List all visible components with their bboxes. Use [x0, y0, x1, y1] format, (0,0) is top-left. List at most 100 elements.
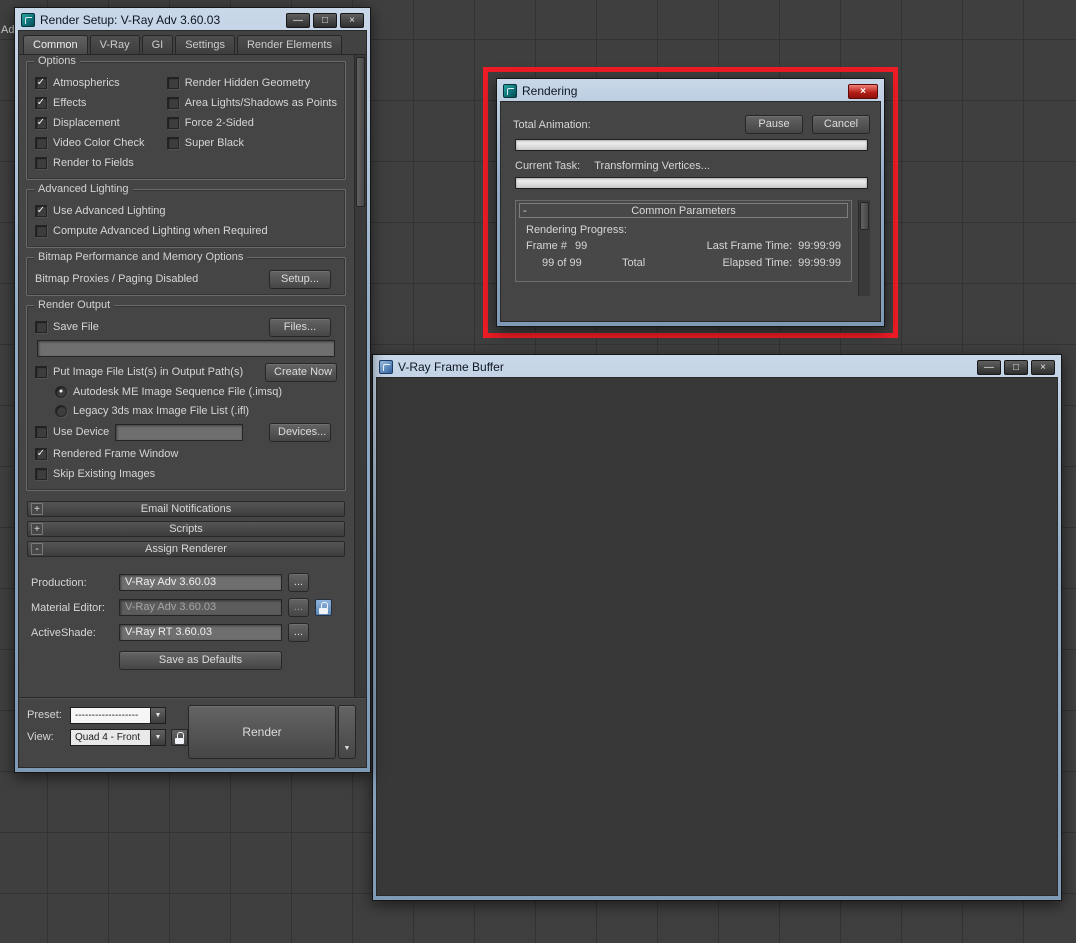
- render-button[interactable]: Render: [188, 705, 336, 759]
- elapsed-time-value: 99:99:99: [798, 256, 841, 269]
- activeshade-browse-button[interactable]: ...: [288, 623, 309, 642]
- close-button[interactable]: ×: [340, 12, 364, 28]
- frame-count: 99 of 99: [542, 256, 582, 269]
- material-editor-renderer-field: V-Ray Adv 3.60.03: [119, 599, 282, 616]
- maximize-button[interactable]: □: [313, 12, 337, 28]
- render-flyout-button[interactable]: ▼: [338, 705, 356, 759]
- bitmap-setup-button[interactable]: Setup...: [269, 269, 331, 289]
- assign-renderer-section: Production: V-Ray Adv 3.60.03 ... Materi…: [21, 561, 351, 670]
- rendering-titlebar[interactable]: Rendering ×: [500, 81, 881, 101]
- checkbox-save-file[interactable]: Save File: [35, 317, 99, 337]
- maximize-button[interactable]: □: [1004, 359, 1028, 375]
- close-button[interactable]: ×: [848, 83, 878, 99]
- render-setup-window: Render Setup: V-Ray Adv 3.60.03 — □ × Co…: [14, 7, 371, 773]
- current-task-label: Current Task:: [515, 160, 581, 172]
- total-animation-progressbar: [515, 139, 868, 151]
- view-lock-icon[interactable]: [171, 728, 188, 746]
- checkbox-super-black[interactable]: Super Black: [166, 133, 337, 153]
- output-file-path-input[interactable]: [37, 340, 335, 357]
- minimize-button[interactable]: —: [977, 359, 1001, 375]
- checkbox-atmospherics[interactable]: ✓ Atmospherics: [35, 73, 167, 93]
- advanced-lighting-group-title: Advanced Lighting: [34, 183, 133, 195]
- checkbox-box: [35, 321, 47, 333]
- render-setup-title: Render Setup: V-Ray Adv 3.60.03: [40, 13, 221, 27]
- checkbox-effects[interactable]: ✓ Effects: [35, 93, 167, 113]
- rendering-dialog-scrollbar[interactable]: [858, 200, 870, 296]
- frame-buffer-title: V-Ray Frame Buffer: [398, 360, 504, 374]
- checkbox-put-image-file-list[interactable]: Put Image File List(s) in Output Path(s): [35, 362, 243, 382]
- checkbox-use-advanced-lighting[interactable]: ✓ Use Advanced Lighting: [35, 201, 337, 221]
- rollout-scripts[interactable]: + Scripts: [27, 521, 345, 537]
- rollout-email-notifications[interactable]: + Email Notifications: [27, 501, 345, 517]
- checkbox-use-device[interactable]: Use Device: [35, 422, 109, 442]
- checkbox-video-color-check[interactable]: Video Color Check: [35, 133, 167, 153]
- bitmap-performance-group: Bitmap Performance and Memory Options Bi…: [26, 251, 346, 296]
- close-button[interactable]: ×: [1031, 359, 1055, 375]
- scrollbar-thumb[interactable]: [860, 202, 869, 230]
- create-now-button[interactable]: Create Now: [265, 362, 337, 382]
- tab-vray[interactable]: V-Ray: [89, 35, 140, 54]
- activeshade-renderer-field: V-Ray RT 3.60.03: [119, 624, 282, 641]
- checkbox-render-hidden-geometry[interactable]: Render Hidden Geometry: [166, 73, 337, 93]
- render-setup-titlebar[interactable]: Render Setup: V-Ray Adv 3.60.03 — □ ×: [18, 10, 367, 30]
- render-setup-footer: Preset: ------------------- ▼ View: Quad…: [19, 697, 366, 767]
- total-label: Total: [622, 256, 646, 269]
- collapse-icon[interactable]: -: [523, 205, 527, 217]
- collapse-icon[interactable]: -: [31, 543, 43, 555]
- activeshade-label: ActiveShade:: [31, 626, 96, 639]
- pause-button[interactable]: Pause: [745, 115, 803, 134]
- checkbox-area-lights-as-points[interactable]: Area Lights/Shadows as Points: [166, 93, 337, 113]
- frame-buffer-titlebar[interactable]: V-Ray Frame Buffer — □ ×: [376, 357, 1058, 377]
- frame-value: 99: [574, 239, 588, 252]
- render-output-group-title: Render Output: [34, 299, 115, 311]
- checkbox-box: [166, 117, 179, 129]
- checkbox-render-to-fields[interactable]: Render to Fields: [35, 153, 167, 173]
- tab-gi[interactable]: GI: [141, 35, 174, 54]
- checkbox-force-2-sided[interactable]: Force 2-Sided: [166, 113, 337, 133]
- checkbox-displacement[interactable]: ✓ Displacement: [35, 113, 167, 133]
- files-button[interactable]: Files...: [269, 317, 331, 337]
- chevron-down-icon[interactable]: ▼: [150, 707, 165, 723]
- expand-icon[interactable]: +: [31, 503, 43, 515]
- bitmap-proxies-status: Bitmap Proxies / Paging Disabled: [35, 273, 199, 285]
- scrollbar-thumb[interactable]: [356, 57, 365, 207]
- frame-label: Frame #: [526, 239, 567, 252]
- checkbox-box: ✓: [35, 77, 47, 89]
- checkbox-skip-existing-images[interactable]: Skip Existing Images: [35, 464, 337, 484]
- tab-render-elements[interactable]: Render Elements: [236, 35, 342, 54]
- view-dropdown[interactable]: Quad 4 - Front ▼: [70, 728, 166, 746]
- checkbox-box: [166, 97, 179, 109]
- total-animation-label: Total Animation:: [513, 118, 591, 131]
- checkbox-rendered-frame-window[interactable]: ✓ Rendered Frame Window: [35, 444, 337, 464]
- radio-legacy-ifl[interactable]: Legacy 3ds max Image File List (.ifl): [35, 401, 337, 420]
- material-editor-browse-button[interactable]: ...: [288, 598, 309, 617]
- render-setup-scrollbar[interactable]: [354, 55, 366, 697]
- checkbox-compute-advanced-lighting[interactable]: Compute Advanced Lighting when Required: [35, 221, 337, 241]
- view-label: View:: [27, 731, 54, 743]
- elapsed-time-label: Elapsed Time:: [722, 256, 793, 269]
- minimize-button[interactable]: —: [286, 12, 310, 28]
- common-parameters-header[interactable]: - Common Parameters: [519, 203, 848, 218]
- device-input[interactable]: [115, 423, 244, 441]
- chevron-down-icon[interactable]: ▼: [150, 729, 165, 745]
- rollout-assign-renderer[interactable]: - Assign Renderer: [27, 541, 345, 557]
- material-editor-label: Material Editor:: [31, 601, 105, 614]
- max-app-icon: [21, 13, 35, 27]
- tab-common[interactable]: Common: [23, 35, 88, 54]
- material-editor-lock-icon[interactable]: [315, 599, 332, 616]
- cancel-button[interactable]: Cancel: [812, 115, 870, 134]
- save-as-defaults-button[interactable]: Save as Defaults: [119, 651, 282, 670]
- last-frame-time-value: 99:99:99: [798, 239, 841, 252]
- tab-settings[interactable]: Settings: [175, 35, 235, 54]
- preset-label: Preset:: [27, 709, 62, 721]
- devices-button[interactable]: Devices...: [269, 422, 331, 442]
- frame-buffer-canvas: [377, 378, 1057, 895]
- vray-frame-buffer-icon: [379, 360, 393, 374]
- radio-autodesk-me-sequence[interactable]: ● Autodesk ME Image Sequence File (.imsq…: [35, 382, 337, 401]
- checkbox-box: [35, 137, 47, 149]
- preset-dropdown[interactable]: ------------------- ▼: [70, 706, 166, 724]
- expand-icon[interactable]: +: [31, 523, 43, 535]
- production-browse-button[interactable]: ...: [288, 573, 309, 592]
- production-label: Production:: [31, 576, 87, 589]
- checkbox-box: [35, 157, 47, 169]
